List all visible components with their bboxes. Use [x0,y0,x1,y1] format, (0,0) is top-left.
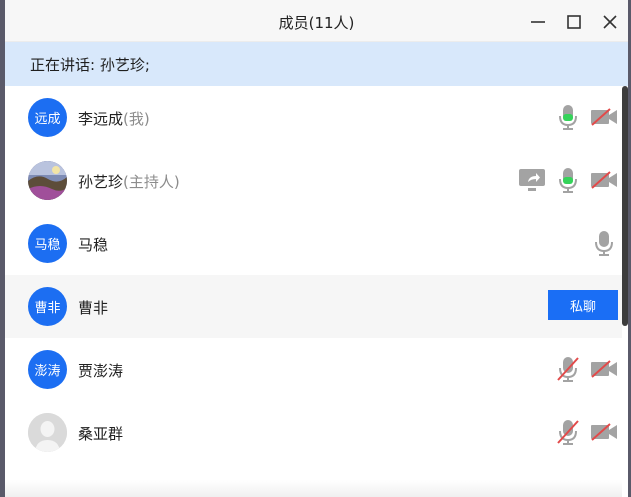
avatar: 澎涛 [28,350,67,389]
member-list: 远成 李远成(我) 孙艺珍(主持人) 马稳 马稳 曹非 曹非 私聊 澎涛 贾澎涛… [5,86,622,464]
member-name: 贾澎涛 [78,360,123,381]
member-name: 桑亚群 [78,423,123,444]
member-name: 曹非 [78,297,108,318]
avatar: 远成 [28,98,67,137]
microphone-muted-icon[interactable] [554,418,582,446]
member-controls [590,228,618,258]
member-name-text: 孙艺珍 [78,173,124,191]
member-row[interactable]: 桑亚群 [5,401,622,464]
members-window: 成员(11人) 正在讲话: 孙艺珍; 远成 李远成(我) 孙艺珍(主持人) 马稳… [5,0,628,497]
speaking-indicator: 正在讲话: 孙艺珍; [5,42,628,86]
member-row[interactable]: 孙艺珍(主持人) [5,149,622,212]
maximize-icon [567,15,581,29]
scrollbar[interactable] [622,86,628,326]
member-row[interactable]: 澎涛 贾澎涛 [5,338,622,401]
microphone-muted-icon[interactable] [554,355,582,383]
member-row[interactable]: 马稳 马稳 [5,212,622,275]
avatar [28,161,67,200]
camera-off-icon[interactable] [590,418,618,446]
screen-share-icon[interactable] [518,166,546,194]
member-name-text: 曹非 [78,299,109,317]
member-name: 孙艺珍(主持人) [78,171,180,192]
member-name: 马稳 [78,234,108,255]
camera-off-icon[interactable] [590,355,618,383]
avatar: 曹非 [28,287,67,326]
member-row[interactable]: 远成 李远成(我) [5,86,622,149]
member-name-text: 马稳 [78,236,109,254]
microphone-icon[interactable] [590,229,618,257]
camera-off-icon[interactable] [590,166,618,194]
camera-off-icon[interactable] [590,103,618,131]
list-bottom-edge [5,480,622,497]
avatar: 马稳 [28,224,67,263]
minimize-icon [531,21,545,23]
default-avatar-icon [28,413,67,452]
close-icon [603,15,617,29]
minimize-button[interactable] [527,11,549,33]
microphone-active-icon[interactable] [554,166,582,194]
member-name-text: 贾澎涛 [78,362,124,380]
close-button[interactable] [599,11,621,33]
member-controls [554,417,618,447]
member-name-text: 桑亚群 [78,425,124,443]
member-role: (我) [123,110,150,128]
member-row[interactable]: 曹非 曹非 私聊 [5,275,622,338]
member-name: 李远成(我) [78,108,150,129]
microphone-active-icon[interactable] [554,103,582,131]
member-controls [554,354,618,384]
speaking-text: 正在讲话: 孙艺珍; [30,55,150,74]
member-controls [518,165,618,195]
member-controls [554,102,618,132]
member-name-text: 李远成 [78,110,124,128]
private-chat-button[interactable]: 私聊 [548,290,618,320]
title-bar: 成员(11人) [5,0,628,42]
avatar [28,413,67,452]
maximize-button[interactable] [563,11,585,33]
member-role: (主持人) [123,173,180,191]
